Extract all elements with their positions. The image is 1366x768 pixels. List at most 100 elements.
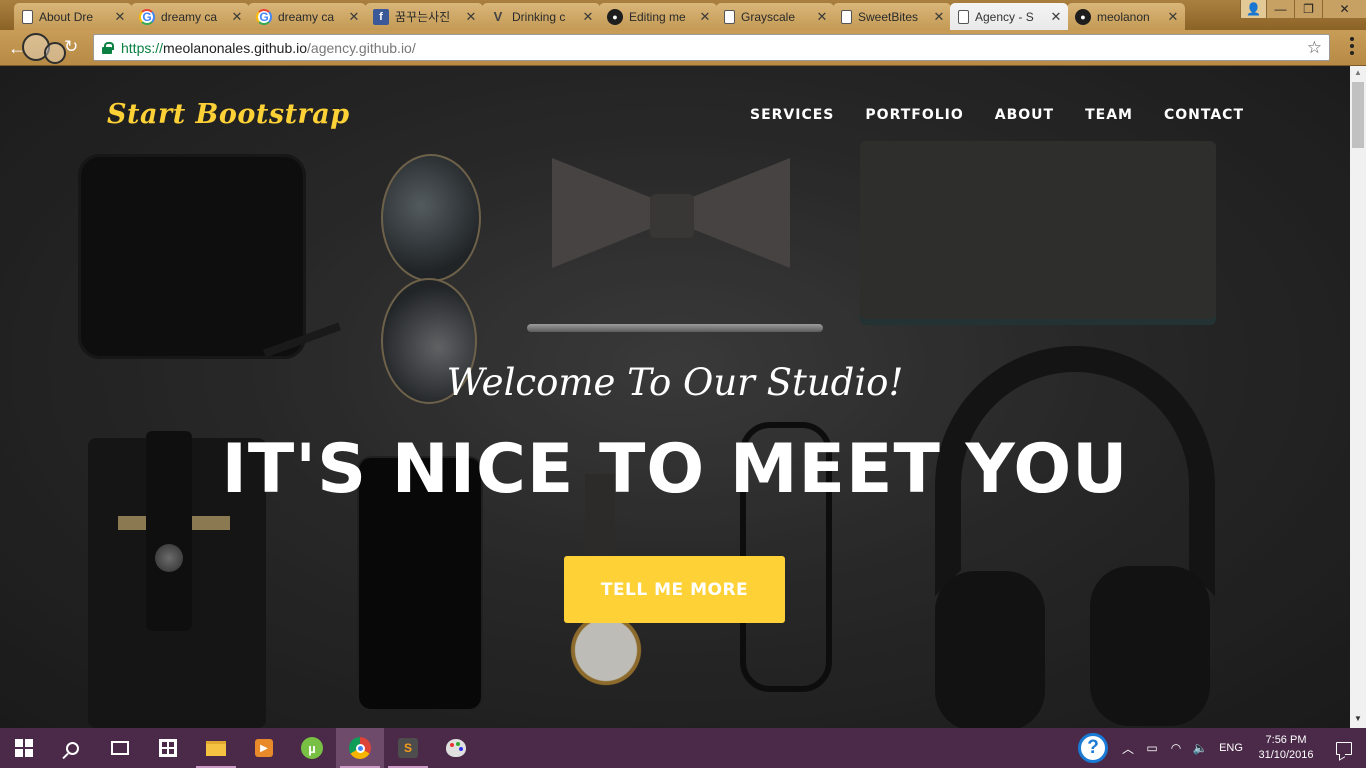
- lock-icon: [102, 41, 114, 54]
- brand-logo[interactable]: Start Bootstrap: [107, 99, 350, 130]
- bookmark-star-icon[interactable]: ☆: [1307, 38, 1322, 58]
- tab-title: Editing me: [629, 9, 686, 24]
- minimize-button[interactable]: —: [1266, 0, 1294, 18]
- document-icon: [22, 9, 33, 24]
- tell-me-more-button[interactable]: Tell Me More: [564, 556, 785, 623]
- vimeo-icon: V: [493, 9, 503, 24]
- tab-title: dreamy ca: [278, 9, 335, 24]
- url-path: /agency.github.io/: [307, 39, 416, 56]
- tab-close-icon[interactable]: ✕: [231, 9, 243, 25]
- address-bar[interactable]: https:// meolanonales.github.io /agency.…: [93, 34, 1330, 61]
- window-controls: 👤 — ❐ ✕: [1240, 0, 1366, 20]
- clock[interactable]: 7:56 PM 31/10/2016: [1250, 733, 1322, 763]
- paint-button[interactable]: [432, 728, 480, 768]
- tab-title: meolanon: [1097, 9, 1150, 24]
- main-nav: Services Portfolio About Team Contact: [750, 107, 1244, 123]
- google-icon: G: [139, 8, 155, 25]
- scroll-up-arrow-icon[interactable]: ▲: [1350, 68, 1366, 80]
- tab-title: dreamy ca: [161, 9, 218, 24]
- folder-icon: [206, 740, 226, 756]
- file-explorer-button[interactable]: [192, 728, 240, 768]
- sublime-text-button[interactable]: S: [384, 728, 432, 768]
- browser-tab[interactable]: SweetBites ✕: [833, 3, 951, 30]
- browser-menu-icon[interactable]: [1350, 37, 1354, 55]
- hero-subheading: Welcome To Our Studio!: [446, 361, 904, 404]
- start-button[interactable]: [0, 728, 48, 768]
- google-icon: G: [256, 8, 272, 25]
- agency-landing-page: Start Bootstrap Services Portfolio About…: [0, 66, 1350, 728]
- close-window-button[interactable]: ✕: [1322, 0, 1366, 18]
- tab-close-icon[interactable]: ✕: [816, 9, 828, 25]
- document-icon: [958, 9, 969, 24]
- task-view-button[interactable]: [96, 728, 144, 768]
- chrome-button[interactable]: [336, 728, 384, 768]
- scroll-down-arrow-icon[interactable]: ▼: [1350, 714, 1366, 726]
- scroll-thumb[interactable]: [1352, 82, 1364, 148]
- page-scrollbar[interactable]: ▲ ▼: [1350, 66, 1366, 728]
- nav-item-services[interactable]: Services: [750, 107, 834, 123]
- document-icon: [841, 9, 852, 24]
- media-player-icon: ▶: [255, 739, 273, 757]
- theme-ornament-icon: [44, 42, 66, 64]
- browser-tab[interactable]: About Dre ✕: [14, 3, 132, 30]
- nav-item-contact[interactable]: Contact: [1164, 107, 1244, 123]
- tab-close-icon[interactable]: ✕: [699, 9, 711, 25]
- store-icon: [159, 739, 177, 757]
- browser-tab-strip: About Dre ✕ G dreamy ca ✕ G dreamy ca ✕ …: [0, 0, 1366, 30]
- browser-tab[interactable]: ● Editing me ✕: [599, 3, 717, 30]
- browser-toolbar: ← ↻ https:// meolanonales.github.io /age…: [0, 30, 1366, 66]
- tab-close-icon[interactable]: ✕: [933, 9, 945, 25]
- nav-item-portfolio[interactable]: Portfolio: [865, 107, 963, 123]
- hero-heading: It's Nice To Meet You: [221, 430, 1129, 509]
- input-language[interactable]: ENG: [1212, 728, 1250, 768]
- nav-item-about[interactable]: About: [995, 107, 1054, 123]
- windows-logo-icon: [15, 739, 33, 757]
- tab-close-icon[interactable]: ✕: [1167, 9, 1179, 25]
- paint-palette-icon: [446, 739, 466, 757]
- windows-taskbar: ▶ µ S ? ︿ ▭ ◠ 🔈 ENG 7:56 PM 31/10/2016: [0, 728, 1366, 768]
- battery-icon[interactable]: ▭: [1140, 728, 1164, 768]
- tab-title: Agency - S: [975, 9, 1034, 24]
- search-button[interactable]: [48, 728, 96, 768]
- tab-title: 꿈꾸는사진: [395, 10, 451, 24]
- url-scheme: https://: [121, 39, 164, 56]
- facebook-icon: f: [373, 8, 389, 25]
- reload-icon[interactable]: ↻: [64, 37, 78, 57]
- github-icon: ●: [607, 8, 623, 25]
- volume-icon[interactable]: 🔈: [1188, 728, 1212, 768]
- chevron-up-icon[interactable]: ︿: [1116, 728, 1140, 768]
- user-profile-icon[interactable]: 👤: [1240, 0, 1266, 18]
- browser-tab[interactable]: G dreamy ca ✕: [248, 3, 366, 30]
- chrome-icon: [349, 737, 371, 759]
- tab-close-icon[interactable]: ✕: [1050, 9, 1062, 25]
- browser-tab[interactable]: V Drinking c ✕: [482, 3, 600, 30]
- sublime-text-icon: S: [398, 738, 418, 758]
- media-player-button[interactable]: ▶: [240, 728, 288, 768]
- tab-close-icon[interactable]: ✕: [114, 9, 126, 25]
- tab-close-icon[interactable]: ✕: [348, 9, 360, 25]
- tab-title: SweetBites: [858, 9, 919, 24]
- utorrent-button[interactable]: µ: [288, 728, 336, 768]
- tab-close-icon[interactable]: ✕: [465, 9, 477, 25]
- utorrent-icon: µ: [301, 737, 323, 759]
- search-icon: [65, 741, 79, 755]
- store-button[interactable]: [144, 728, 192, 768]
- tab-title: About Dre: [39, 9, 94, 24]
- clock-date: 31/10/2016: [1258, 749, 1314, 761]
- browser-tab[interactable]: ● meolanon ✕: [1067, 3, 1185, 30]
- maximize-button[interactable]: ❐: [1294, 0, 1322, 18]
- tab-title: Drinking c: [512, 9, 566, 24]
- browser-tab[interactable]: f 꿈꾸는사진 ✕: [365, 3, 483, 30]
- nav-item-team[interactable]: Team: [1085, 107, 1133, 123]
- tab-close-icon[interactable]: ✕: [582, 9, 594, 25]
- help-icon[interactable]: ?: [1078, 733, 1108, 763]
- action-center-button[interactable]: [1322, 728, 1366, 768]
- system-tray: ? ︿ ▭ ◠ 🔈 ENG 7:56 PM 31/10/2016: [1078, 728, 1366, 768]
- browser-tab[interactable]: G dreamy ca ✕: [131, 3, 249, 30]
- wifi-icon[interactable]: ◠: [1164, 728, 1188, 768]
- tab-title: Grayscale: [741, 9, 796, 24]
- task-view-icon: [111, 741, 129, 755]
- browser-tab[interactable]: Grayscale ✕: [716, 3, 834, 30]
- browser-tab-active[interactable]: Agency - S ✕: [950, 3, 1068, 30]
- url-host: meolanonales.github.io: [163, 39, 308, 56]
